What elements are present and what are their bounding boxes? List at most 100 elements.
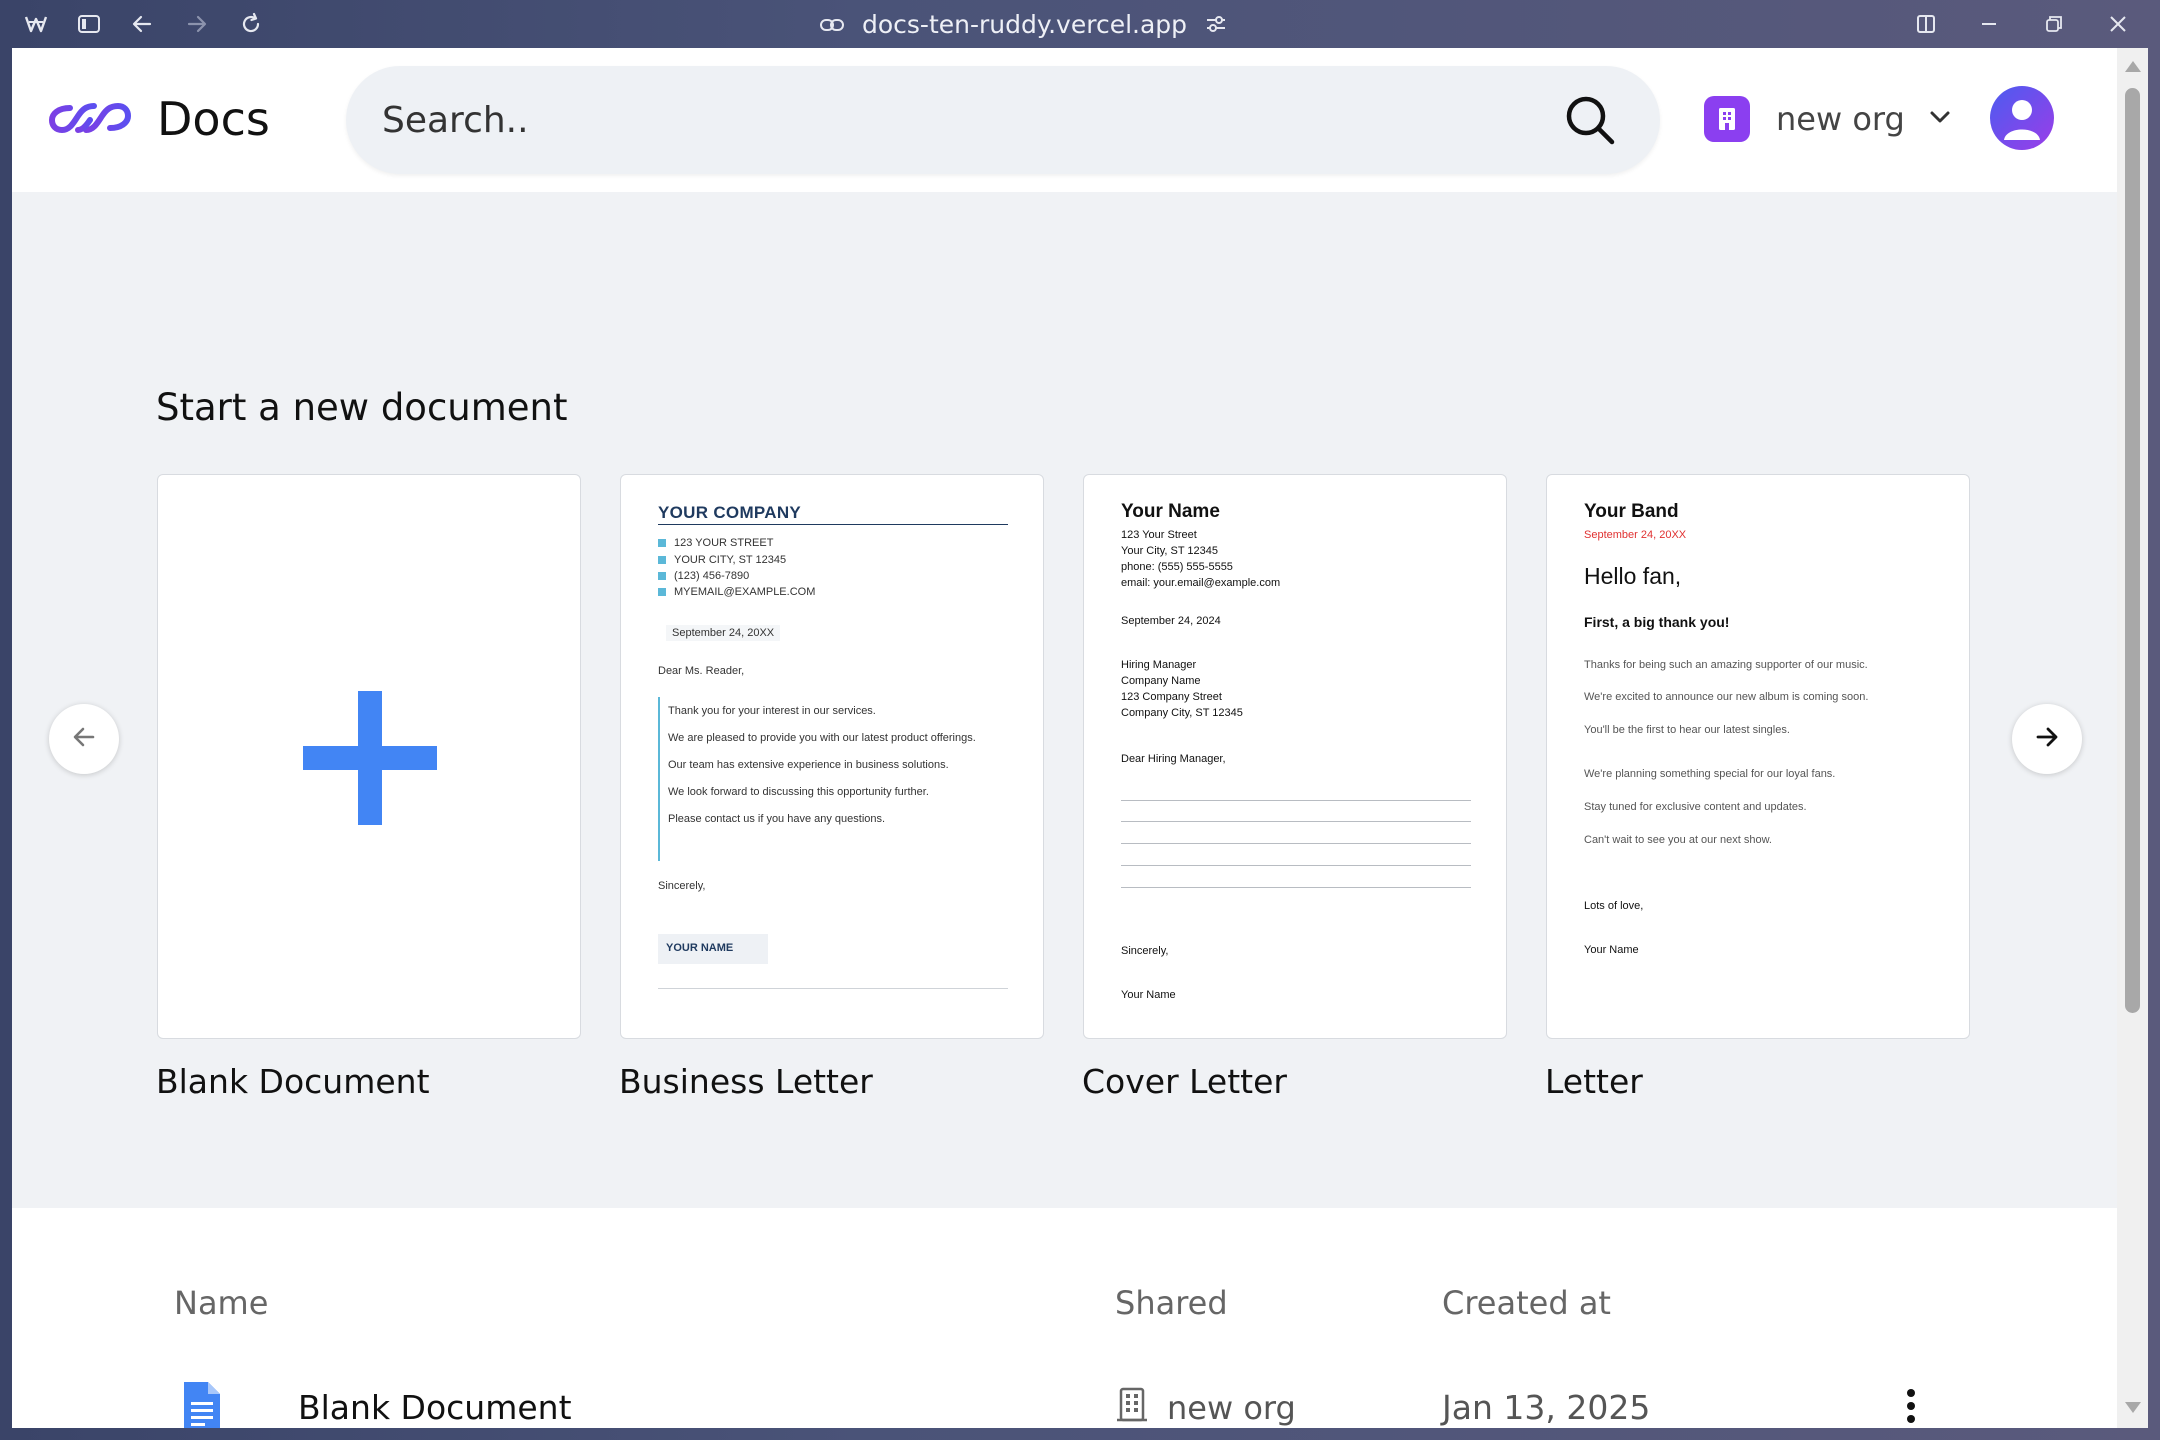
preview-band: Your Band [1584,501,1679,522]
chevron-down-icon [1929,110,1951,129]
carousel-prev-button[interactable] [49,704,119,774]
browser-logo-icon[interactable] [22,10,50,38]
divider [658,988,1008,989]
preview-date: September 24, 20XX [666,625,781,641]
preview-body-line: You'll be the first to hear our latest s… [1584,724,1790,736]
templates-section: Start a new document Blank Document YOUR… [12,192,2117,1208]
preview-address-line: 123 YOUR STREET [674,537,774,549]
avatar[interactable] [1990,86,2054,150]
app-header: Docs new org [12,48,2117,192]
preview-contact-line: 123 Your Street [1121,529,1197,541]
preview-body-line: Can't wait to see you at our next show. [1584,834,1772,846]
preview-subheading: First, a big thank you! [1584,614,1730,630]
carousel-next-button[interactable] [2012,704,2082,774]
site-settings-icon[interactable] [1205,10,1227,39]
preview-address-line: MYEMAIL@EXAMPLE.COM [674,586,816,598]
split-view-icon[interactable] [1912,10,1940,38]
preview-recipient-line: Company City, ST 12345 [1121,707,1243,719]
preview-date: September 24, 2024 [1121,615,1221,627]
minimize-icon[interactable] [1975,10,2003,38]
preview-body-line: We're excited to announce our new album … [1584,691,1869,703]
placeholder-line [1121,821,1471,822]
documents-table: Name Shared Created at Blank Document ne… [12,1208,2117,1428]
preview-contact-line: email: your.email@example.com [1121,577,1281,589]
preview-body-line: Our team has extensive experience in bus… [668,759,949,771]
preview-greeting: Hello fan, [1584,563,1682,589]
building-icon [1704,96,1750,142]
preview-recipient-line: 123 Company Street [1121,691,1222,703]
template-card-letter[interactable]: Your Band September 24, 20XX Hello fan, … [1546,474,1970,1039]
preview-body-line: We are pleased to provide you with our l… [668,732,976,744]
preview-signature: Your Name [1121,989,1176,1001]
document-created-date: Jan 13, 2025 [1442,1388,1651,1427]
template-label-cover-letter[interactable]: Cover Letter [1082,1062,1287,1101]
scrollbar[interactable] [2117,48,2148,1428]
search-input[interactable] [382,90,1482,150]
preview-company: YOUR COMPANY [658,503,802,522]
placeholder-line [1121,887,1471,888]
column-header-shared[interactable]: Shared [1115,1284,1228,1322]
preview-closing: Sincerely, [1121,945,1169,957]
link-icon [820,10,844,39]
preview-body-line: Please contact us if you have any questi… [668,813,886,825]
column-header-name[interactable]: Name [174,1284,268,1322]
bullet-icon [658,556,666,565]
preview-address-line: (123) 456-7890 [674,570,750,582]
divider [658,524,1008,525]
preview-signature: Your Name [1584,944,1639,956]
reload-icon[interactable] [237,10,265,38]
placeholder-line [1121,843,1471,844]
scroll-thumb[interactable] [2125,88,2140,1013]
search-bar[interactable] [346,66,1660,174]
template-label-blank[interactable]: Blank Document [156,1062,430,1101]
preview-salutation: Dear Ms. Reader, [658,665,745,677]
building-icon [1115,1386,1149,1428]
preview-closing: Lots of love, [1584,900,1644,912]
template-card-business-letter[interactable]: YOUR COMPANY 123 YOUR STREET YOUR CITY, … [620,474,1044,1039]
browser-toolbar: docs-ten-ruddy.vercel.app [0,0,2160,48]
app-viewport: Docs new org Start a new document [12,48,2117,1428]
template-card-blank[interactable] [157,474,581,1039]
search-icon[interactable] [1564,94,1616,151]
section-title: Start a new document [156,386,568,429]
org-switcher[interactable]: new org [1704,96,1951,142]
preview-body-line: We look forward to discussing this oppor… [668,786,929,798]
restore-icon[interactable] [2040,10,2068,38]
quote-bar [658,697,660,861]
preview-name: Your Name [1121,501,1220,522]
preview-contact-line: Your City, ST 12345 [1121,545,1219,557]
app-title: Docs [157,92,270,146]
preview-signature: YOUR NAME [666,942,734,954]
preview-closing: Sincerely, [658,880,706,892]
sidebar-toggle-icon[interactable] [75,10,103,38]
address-bar[interactable]: docs-ten-ruddy.vercel.app [820,6,1227,42]
preview-recipient-line: Hiring Manager [1121,659,1197,671]
preview-body-line: Thank you for your interest in our servi… [668,705,876,717]
preview-body-line: Thanks for being such an amazing support… [1584,659,1868,671]
template-card-cover-letter[interactable]: Your Name 123 Your Street Your City, ST … [1083,474,1507,1039]
forward-icon[interactable] [183,10,211,38]
shared-org-name: new org [1167,1389,1296,1427]
close-window-icon[interactable] [2104,10,2132,38]
org-name: new org [1776,100,1905,138]
template-label-business-letter[interactable]: Business Letter [619,1062,873,1101]
bullet-icon [658,588,666,597]
document-shared: new org [1115,1386,1296,1428]
preview-salutation: Dear Hiring Manager, [1121,753,1226,765]
placeholder-line [1121,800,1471,801]
arrow-left-icon [69,722,99,757]
preview-body-line: We're planning something special for our… [1584,768,1836,780]
preview-date: September 24, 20XX [1584,529,1687,541]
placeholder-line [1121,865,1471,866]
arrow-right-icon [2032,722,2062,757]
column-header-created[interactable]: Created at [1442,1284,1611,1322]
app-logo-icon[interactable] [48,100,132,141]
preview-contact-line: phone: (555) 555-5555 [1121,561,1233,573]
preview-address-line: YOUR CITY, ST 12345 [674,554,787,566]
template-label-letter[interactable]: Letter [1545,1062,1643,1101]
url-text[interactable]: docs-ten-ruddy.vercel.app [862,10,1187,39]
bullet-icon [658,572,666,581]
document-name[interactable]: Blank Document [298,1388,572,1427]
bullet-icon [658,539,666,548]
back-icon[interactable] [128,10,156,38]
